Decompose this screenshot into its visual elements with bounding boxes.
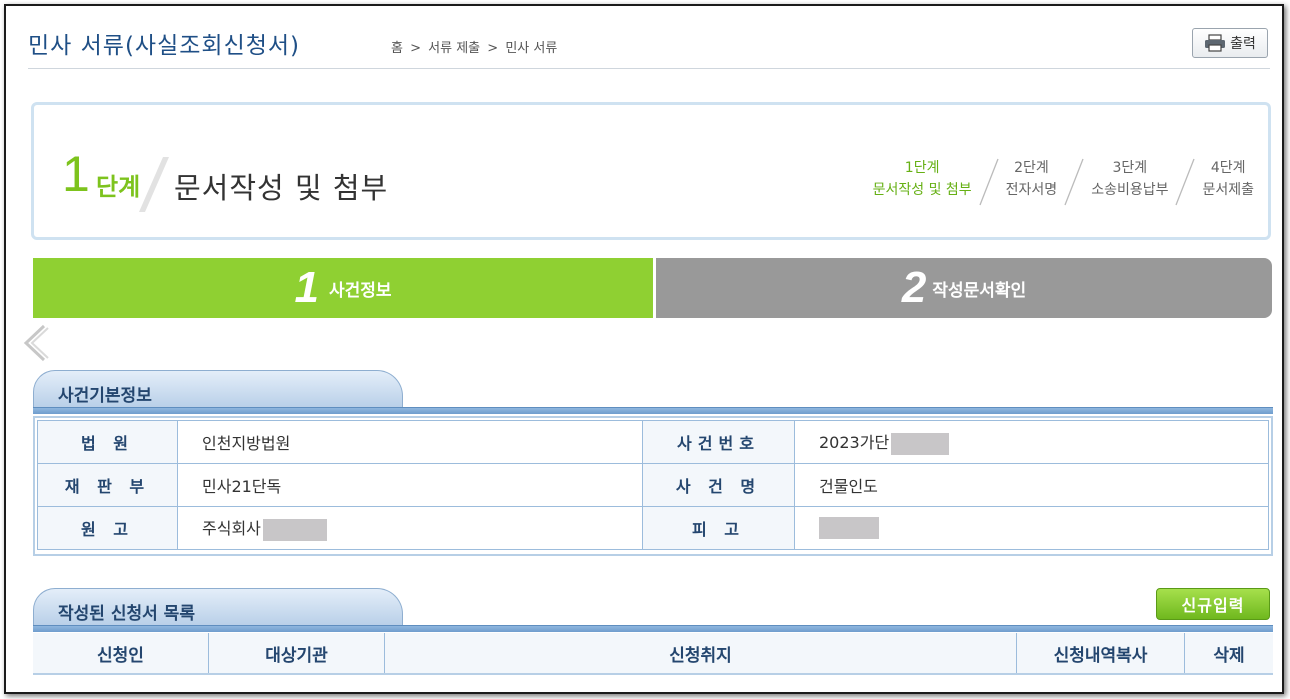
label-case-number: 사건번호 [642,420,795,464]
section-divider [33,625,1273,632]
table-row: 법 원 인천지방법원 사건번호 2023가단 [37,420,1269,464]
label-defendant: 피 고 [642,506,795,550]
slash-separator [1175,158,1196,206]
value-plaintiff: 주식회사 [202,519,261,539]
progress-step-3-num: 3단계 [1112,160,1148,176]
progress-step-2-label: 전자서명 [1005,182,1058,198]
table-row: 원 고 주식회사 피 고 [37,506,1269,550]
print-button[interactable]: 출력 [1192,28,1268,58]
redacted-block [891,432,950,455]
progress-step-3-label: 소송비용납부 [1091,182,1169,198]
value-plaintiff-cell: 주식회사 [177,506,643,550]
slash-divider [139,157,169,212]
progress-step-3: 3단계 소송비용납부 [1091,157,1168,201]
column-header-target-agency: 대상기관 [209,633,385,673]
tab-document-review[interactable]: 2 작성문서확인 [656,258,1272,318]
value-case-number-cell: 2023가단 [794,420,1269,464]
progress-step-2: 2단계 전자서명 [1006,157,1058,201]
step-indicator-box: 1 단계 문서작성 및 첨부 1단계 문서작성 및 첨부 2단계 전자서명 3단… [31,102,1271,240]
redacted-block [262,518,327,541]
tab-case-info[interactable]: 1 사건정보 [33,258,653,318]
value-case-name: 건물인도 [794,463,1269,507]
page-title: 민사 서류(사실조회신청서) [28,33,301,59]
section-divider [33,407,1273,414]
slash-separator [1064,158,1084,206]
progress-step-1-num: 1단계 [904,160,940,176]
progress-step-4-label: 문서제출 [1202,182,1254,198]
section-title-case-info: 사건기본정보 [58,386,152,406]
case-info-table: 법 원 인천지방법원 사건번호 2023가단 재 판 부 민사21단독 사 건 … [37,420,1269,550]
redacted-block [819,517,879,539]
label-case-name: 사 건 명 [642,463,795,507]
breadcrumb-home[interactable]: 홈 [391,41,403,56]
progress-step-4: 4단계 문서제출 [1202,157,1254,201]
progress-step-1-label: 문서작성 및 첨부 [872,182,972,198]
label-plaintiff: 원 고 [37,506,178,550]
tab-case-info-number: 1 [294,263,319,312]
printer-icon [1205,34,1226,52]
step-title: 문서작성 및 첨부 [174,171,389,205]
breadcrumb-civil[interactable]: 민사 서류 [505,41,557,56]
column-header-applicant: 신청인 [33,633,209,673]
progress-step-4-num: 4단계 [1210,160,1246,176]
label-tribunal: 재 판 부 [37,463,178,507]
value-tribunal: 민사21단독 [177,463,643,507]
column-header-delete: 삭제 [1213,645,1245,666]
progress-step-1: 1단계 문서작성 및 첨부 [873,157,972,201]
step-number: 1 [62,146,90,202]
case-info-table-frame: 법 원 인천지방법원 사건번호 2023가단 재 판 부 민사21단독 사 건 … [33,416,1273,556]
step-unit: 단계 [96,173,141,201]
breadcrumb-separator: > [410,41,422,56]
request-list-header: 신청인 대상기관 신청취지 신청내역복사 삭제 [33,633,1273,675]
breadcrumb-separator: > [487,41,499,56]
column-header-copy: 신청내역복사 [1017,633,1185,673]
progress-step-2-num: 2단계 [1014,160,1049,176]
new-entry-button[interactable]: 신규입력 [1156,588,1270,620]
value-case-number: 2023가단 [819,433,890,453]
chevron-left-icon[interactable] [20,324,50,362]
steps-progress-nav: 1단계 문서작성 및 첨부 2단계 전자서명 3단계 소송비용납부 4단계 문서… [873,157,1254,207]
window-frame: 민사 서류(사실조회신청서) 홈 > 서류 제출 > 민사 서류 출력 1 단계… [4,4,1284,694]
table-row: 재 판 부 민사21단독 사 건 명 건물인도 [37,463,1269,507]
value-court: 인천지방법원 [177,420,643,464]
value-defendant-cell [794,506,1269,550]
section-tab-request-list: 작성된 신청서 목록 [33,588,403,626]
breadcrumb-submit[interactable]: 서류 제출 [428,41,480,56]
label-court: 법 원 [37,420,178,464]
print-label: 출력 [1230,36,1256,52]
tab-document-review-number: 2 [901,263,927,312]
breadcrumb: 홈 > 서류 제출 > 민사 서류 [391,37,560,56]
tab-document-review-label: 작성문서확인 [932,280,1027,301]
tab-case-info-label: 사건정보 [328,280,392,301]
section-tab-case-info: 사건기본정보 [33,370,403,408]
slash-separator [979,158,999,206]
header-divider [28,68,1270,69]
column-header-purpose: 신청취지 [385,633,1017,673]
section-title-request-list: 작성된 신청서 목록 [58,604,195,624]
